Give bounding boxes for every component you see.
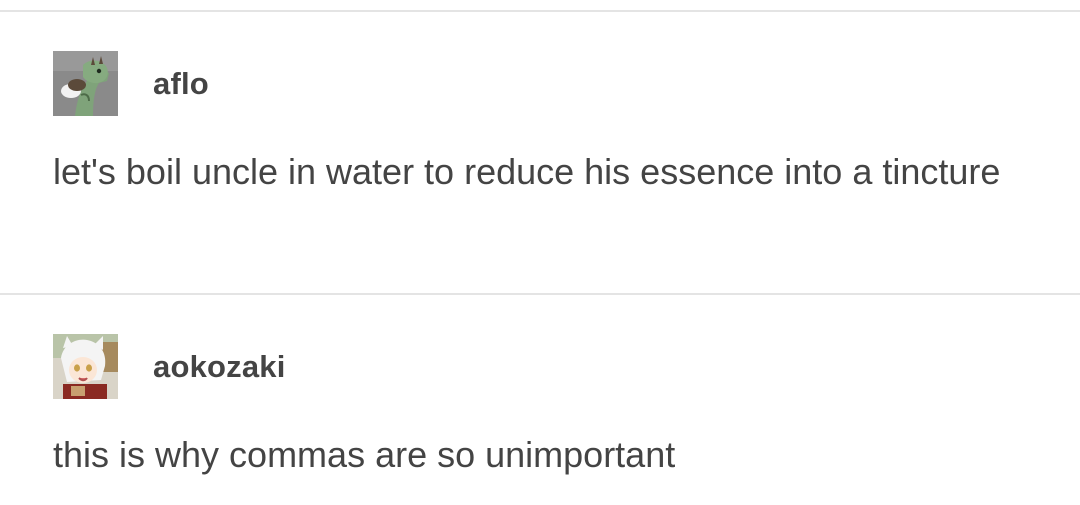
post-divider <box>0 293 1080 295</box>
reblog-thread: aflo let's boil uncle in water to reduce… <box>0 0 1080 505</box>
post-text: this is why commas are so unimportant <box>53 434 676 475</box>
username[interactable]: aflo <box>153 66 209 102</box>
giraffe-avatar-icon[interactable] <box>53 51 118 116</box>
top-divider <box>0 10 1080 12</box>
post-header: aokozaki <box>53 334 286 399</box>
anime-girl-avatar-icon[interactable] <box>53 334 118 399</box>
post-header: aflo <box>53 51 209 116</box>
post-text: let's boil uncle in water to reduce his … <box>53 151 1001 192</box>
username[interactable]: aokozaki <box>153 349 286 385</box>
